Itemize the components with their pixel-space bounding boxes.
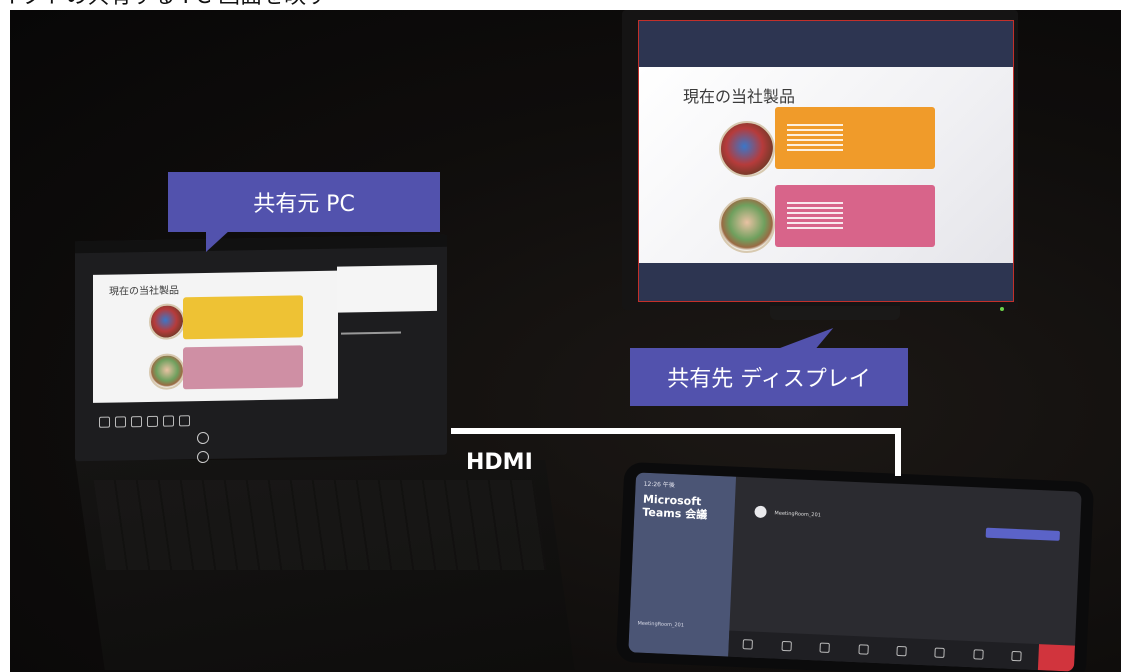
prev-slide-icon	[197, 431, 209, 445]
teams-toolbar	[728, 630, 1075, 672]
monitor-top-band	[639, 21, 1013, 67]
camping-image	[719, 121, 775, 177]
mic-icon	[781, 640, 792, 652]
laser-icon	[115, 416, 126, 428]
laptop-slide: 現在の当社製品	[93, 270, 338, 403]
slide-nav	[197, 428, 257, 464]
hiking-image	[719, 197, 775, 253]
share-source-laptop: 現在の当社製品	[75, 234, 447, 464]
teams-room-name: MeetingRoom_201	[774, 510, 822, 519]
teams-screen: 12:26 午後 Microsoft Teams 会議 MeetingRoom_…	[628, 472, 1082, 672]
laptop-topbar	[75, 234, 447, 254]
volume-icon	[1011, 650, 1022, 662]
layout-icon	[934, 647, 946, 658]
source-callout-label: 共有元 PC	[253, 192, 355, 217]
presenter-tools	[99, 411, 195, 428]
teams-room-console: 12:26 午後 Microsoft Teams 会議 MeetingRoom_…	[615, 461, 1095, 672]
zoom-icon	[131, 416, 142, 428]
subtitle-icon	[163, 415, 174, 427]
teams-time: 12:26 午後	[643, 480, 675, 490]
hangup-button	[1037, 644, 1075, 672]
more-icon	[179, 415, 190, 427]
laptop-keyboard	[93, 480, 547, 570]
page-caption: イクトの共有する PC 画面を映す	[0, 0, 328, 10]
hdmi-cable-drop	[895, 428, 901, 476]
hiking-band	[775, 185, 935, 247]
screen-icon	[147, 415, 158, 427]
teams-room-left: MeetingRoom_201	[637, 620, 685, 629]
laptop-camping-image	[149, 303, 185, 340]
monitor-slide: 現在の当社製品	[639, 67, 1013, 263]
teams-title: Microsoft Teams 会議	[642, 492, 708, 522]
power-led	[1000, 307, 1004, 311]
notes-line	[341, 331, 401, 335]
target-callout: 共有先 ディスプレイ	[630, 348, 908, 406]
teams-left-panel: 12:26 午後 Microsoft Teams 会議 MeetingRoom_…	[628, 472, 737, 657]
target-callout-label: 共有先 ディスプレイ	[667, 367, 871, 392]
hdmi-cable-line	[451, 428, 901, 434]
photo: 現在の当社製品 現在の当社製品 12:26 午後 Microsoft Teams…	[10, 10, 1121, 672]
camping-band	[775, 107, 935, 169]
source-callout: 共有元 PC	[168, 172, 440, 252]
next-slide-preview	[337, 264, 437, 313]
monitor-bottom-band	[639, 263, 1013, 301]
hand-icon	[896, 645, 907, 657]
camera-icon	[742, 639, 754, 650]
monitor-stand	[770, 306, 900, 320]
pen-icon	[99, 416, 110, 428]
slide-title: 現在の当社製品	[683, 87, 796, 106]
share-target-monitor: 現在の当社製品	[638, 20, 1014, 302]
avatar	[754, 505, 767, 519]
laptop-hiking-image	[149, 353, 185, 390]
more-icon	[857, 644, 869, 655]
add-participant-button	[985, 527, 1060, 541]
share-icon	[819, 642, 830, 653]
laptop-camping-band	[183, 295, 303, 340]
volume-down-icon	[973, 649, 984, 660]
laptop-hiking-band	[183, 345, 303, 390]
laptop-slide-title: 現在の当社製品	[109, 285, 179, 298]
hdmi-label: HDMI	[466, 450, 533, 475]
